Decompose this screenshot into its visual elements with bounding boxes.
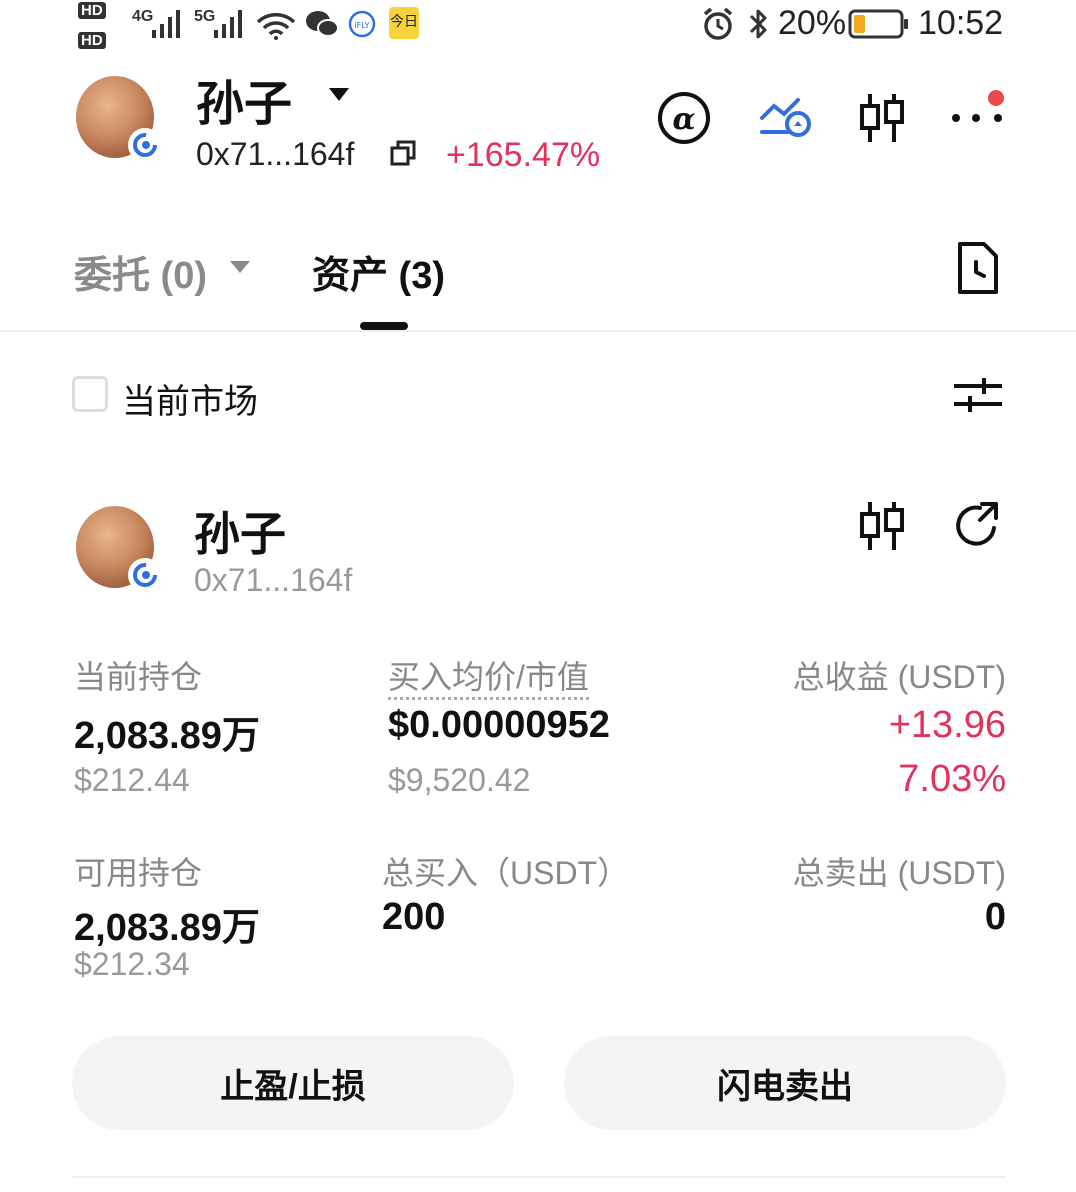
svg-text:今日: 今日 bbox=[390, 14, 418, 30]
share-refresh-icon[interactable] bbox=[952, 500, 1004, 552]
signal-bars-icon bbox=[152, 10, 180, 38]
current-market-checkbox[interactable] bbox=[72, 376, 108, 412]
status-hd1: HD bbox=[78, 2, 106, 20]
asset-name: 孙子 bbox=[194, 508, 286, 560]
market-value: $9,520.42 bbox=[388, 762, 531, 798]
token-name: 孙子 bbox=[196, 78, 293, 131]
bluetooth-icon bbox=[749, 9, 767, 39]
history-icon[interactable] bbox=[954, 240, 1002, 296]
token-address: 0x71...164f bbox=[196, 136, 355, 172]
token-dropdown-icon[interactable] bbox=[326, 84, 352, 104]
tab-active-indicator bbox=[360, 322, 408, 330]
tab-orders-dropdown-icon[interactable] bbox=[228, 258, 252, 276]
tab-divider bbox=[0, 330, 1076, 332]
more-icon[interactable] bbox=[948, 88, 1010, 128]
copy-icon[interactable] bbox=[388, 138, 420, 170]
signal-bars-icon-2 bbox=[214, 10, 242, 38]
pnl-value: +13.96 bbox=[888, 704, 1006, 746]
price-change: +165.47% bbox=[446, 136, 601, 174]
bottom-divider bbox=[72, 1176, 1006, 1178]
clock: 10:52 bbox=[918, 4, 1004, 42]
pnl-percent: 7.03% bbox=[898, 758, 1006, 800]
asset-chart-icon[interactable] bbox=[856, 498, 908, 554]
alarm-icon bbox=[703, 7, 733, 40]
avg-price-value: $0.00000952 bbox=[388, 704, 610, 746]
tab-orders[interactable]: 委托 (0) bbox=[74, 244, 207, 299]
candlestick-icon[interactable] bbox=[856, 90, 908, 146]
wechat-icon bbox=[306, 11, 339, 37]
wifi-icon bbox=[256, 13, 296, 40]
chain-badge-icon bbox=[128, 128, 162, 162]
hold-label: 当前持仓 bbox=[74, 659, 203, 695]
hold-value: 2,083.89万 bbox=[74, 715, 260, 757]
svg-text:α: α bbox=[672, 102, 695, 137]
total-sell-label: 总卖出 (USDT) bbox=[792, 855, 1006, 891]
status-hd2: HD bbox=[78, 32, 106, 50]
asset-avatar[interactable] bbox=[76, 506, 162, 592]
token-avatar[interactable] bbox=[76, 76, 162, 162]
ifly-icon: iFLY bbox=[348, 10, 376, 38]
total-sell-value: 0 bbox=[984, 896, 1006, 938]
toutiao-icon: 今日 bbox=[389, 7, 419, 39]
mention-icon[interactable]: α bbox=[656, 90, 712, 146]
total-buy-label: 总买入（USDT） bbox=[382, 855, 630, 891]
available-usd: $212.34 bbox=[74, 946, 190, 982]
available-label: 可用持仓 bbox=[74, 855, 203, 891]
trade-alert-icon[interactable] bbox=[758, 92, 814, 144]
filter-settings-icon[interactable] bbox=[952, 374, 1004, 414]
asset-chain-badge-icon bbox=[128, 558, 162, 592]
flash-sell-button[interactable]: 闪电卖出 bbox=[564, 1036, 1006, 1130]
avg-price-label[interactable]: 买入均价/市值 bbox=[388, 659, 589, 700]
battery-icon bbox=[848, 9, 908, 39]
pnl-label: 总收益 (USDT) bbox=[792, 659, 1006, 695]
total-buy-value: 200 bbox=[382, 896, 446, 938]
available-value: 2,083.89万 bbox=[74, 907, 260, 949]
tp-sl-button[interactable]: 止盈/止损 bbox=[72, 1036, 514, 1130]
tab-assets[interactable]: 资产 (3) bbox=[312, 244, 445, 299]
hold-usd: $212.44 bbox=[74, 762, 190, 798]
current-market-label: 当前市场 bbox=[122, 383, 258, 421]
battery-percent: 20% bbox=[778, 4, 847, 42]
asset-address: 0x71...164f bbox=[194, 562, 353, 598]
svg-text:iFLY: iFLY bbox=[354, 21, 369, 30]
